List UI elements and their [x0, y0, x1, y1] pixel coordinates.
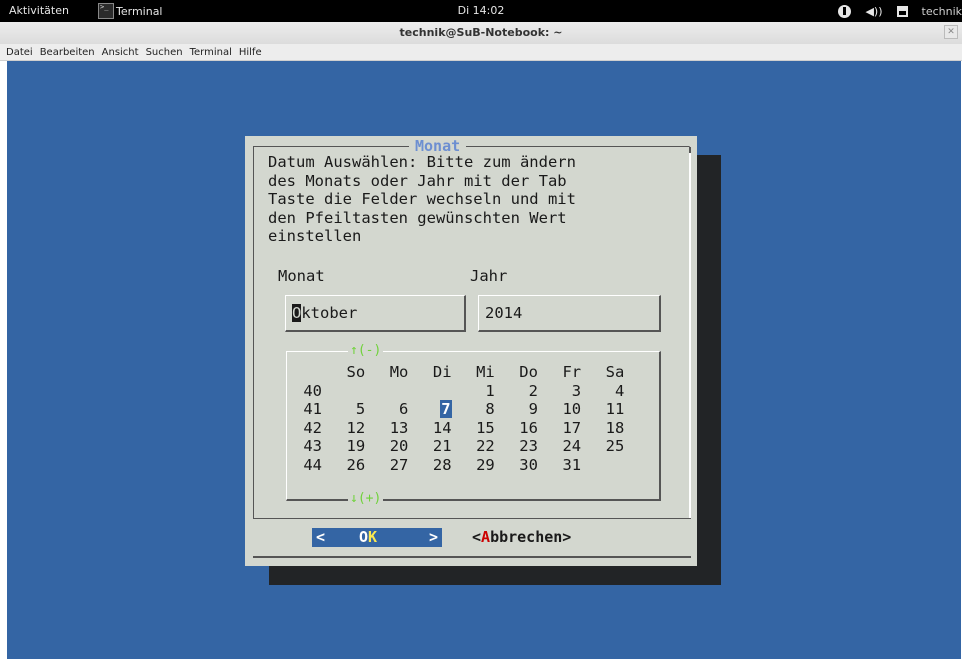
day-cell[interactable]: 22 — [456, 437, 499, 456]
weekday-label: Do — [519, 363, 538, 381]
day-cell[interactable]: 17 — [542, 419, 585, 438]
day-cell[interactable]: 21 — [412, 437, 455, 456]
weekday-label: So — [346, 363, 366, 381]
calendar-week-row: 44 26 27 28 29 30 31 — [300, 456, 628, 475]
ok-right-bracket: > — [428, 528, 438, 546]
scroll-down-indicator: ↓(+) — [348, 491, 384, 506]
user-menu[interactable]: technik — [922, 5, 962, 18]
day-cell[interactable]: 6 — [369, 400, 412, 419]
clock[interactable]: Di 14:02 — [0, 4, 962, 17]
day-cell[interactable] — [585, 456, 628, 475]
day-cell[interactable]: 18 — [585, 419, 628, 438]
year-value: 2014 — [485, 304, 523, 322]
day-cell[interactable]: 23 — [499, 437, 542, 456]
close-icon[interactable]: ✕ — [944, 25, 958, 39]
year-label: Jahr — [470, 267, 508, 285]
calendar-week-row: 40 1 2 3 4 — [300, 382, 628, 401]
day-cell[interactable]: 10 — [542, 400, 585, 419]
menu-datei[interactable]: Datei — [6, 47, 33, 58]
ok-button[interactable]: < OK > — [312, 528, 442, 547]
text-cursor: O — [292, 304, 302, 322]
day-cell[interactable]: 3 — [542, 382, 585, 401]
day-cell[interactable]: 19 — [326, 437, 369, 456]
weekday-label: Fr — [562, 363, 582, 381]
calendar-week-row: 41 5 6 7 8 9 10 11 — [300, 400, 628, 419]
weekday-label: Mi — [476, 363, 495, 381]
calendar-week-row: 42 12 13 14 15 16 17 18 — [300, 419, 628, 438]
day-cell[interactable]: 27 — [369, 456, 412, 475]
day-cell[interactable]: 12 — [326, 419, 369, 438]
menu-bar: Datei Bearbeiten Ansicht Suchen Terminal… — [0, 44, 962, 61]
menu-bearbeiten[interactable]: Bearbeiten — [40, 47, 95, 58]
network-icon[interactable] — [896, 5, 908, 17]
accessibility-icon[interactable] — [838, 4, 852, 18]
day-cell[interactable]: 24 — [542, 437, 585, 456]
month-value: ktober — [301, 304, 358, 322]
day-cell[interactable]: 2 — [499, 382, 542, 401]
cancel-left-bracket: < — [472, 528, 482, 546]
day-cell[interactable]: 25 — [585, 437, 628, 456]
day-cell[interactable]: 28 — [412, 456, 455, 475]
day-cell[interactable]: 5 — [326, 400, 369, 419]
menu-hilfe[interactable]: Hilfe — [239, 47, 262, 58]
week-number: 40 — [303, 381, 322, 400]
system-tray: ◀)) technik — [824, 0, 962, 22]
day-cell[interactable]: 16 — [499, 419, 542, 438]
selected-day: 7 — [440, 400, 452, 418]
week-number: 44 — [303, 455, 322, 474]
day-cell[interactable]: 29 — [456, 456, 499, 475]
day-cell[interactable] — [326, 382, 369, 401]
week-number: 41 — [303, 400, 322, 418]
calendar-dialog: Monat Datum Auswählen: Bitte zum ändern … — [245, 136, 697, 566]
day-cell[interactable]: 14 — [412, 419, 455, 438]
ok-left-bracket: < — [316, 528, 326, 546]
year-field[interactable]: 2014 — [478, 295, 661, 332]
volume-icon[interactable]: ◀)) — [865, 5, 882, 18]
day-cell[interactable] — [369, 382, 412, 401]
dialog-bottom-border — [253, 556, 691, 558]
scroll-up-indicator: ↑(-) — [348, 343, 384, 358]
day-cell[interactable]: 20 — [369, 437, 412, 456]
ok-hotkey: O — [359, 528, 369, 546]
week-number: 43 — [303, 437, 322, 455]
cancel-button[interactable]: <Abbrechen> — [472, 528, 571, 547]
day-cell[interactable]: 8 — [456, 400, 499, 419]
day-cell[interactable]: 31 — [542, 456, 585, 475]
week-number: 42 — [303, 418, 322, 437]
cancel-hotkey: A — [481, 528, 491, 546]
day-cell[interactable]: 9 — [499, 400, 542, 419]
day-cell[interactable] — [412, 382, 455, 401]
day-cell[interactable]: 30 — [499, 456, 542, 475]
top-bar: Aktivitäten Terminal Di 14:02 ◀)) techni… — [0, 0, 962, 22]
day-cell[interactable]: 15 — [456, 419, 499, 438]
calendar-grid: So Mo Di Mi Do Fr Sa 40 1 2 3 4 41 5 6 7… — [300, 363, 628, 474]
day-cell[interactable]: 4 — [585, 382, 628, 401]
day-cell[interactable]: 11 — [585, 400, 628, 419]
dialog-prompt: Datum Auswählen: Bitte zum ändern des Mo… — [268, 153, 576, 245]
menu-ansicht[interactable]: Ansicht — [102, 47, 139, 58]
cancel-label-rest: bbrechen> — [490, 528, 572, 546]
menu-terminal[interactable]: Terminal — [190, 47, 232, 58]
day-cell[interactable]: 1 — [456, 382, 499, 401]
month-label: Monat — [278, 267, 325, 285]
weekday-label: Sa — [605, 363, 625, 381]
calendar-week-row: 43 19 20 21 22 23 24 25 — [300, 437, 628, 456]
month-field[interactable]: Oktober — [285, 295, 466, 332]
weekday-label: Mo — [389, 363, 409, 381]
menu-suchen[interactable]: Suchen — [146, 47, 183, 58]
day-cell[interactable]: 26 — [326, 456, 369, 475]
ok-label-rest: K — [368, 528, 378, 546]
window-titlebar[interactable]: technik@SuB-Notebook: ~ ✕ — [0, 22, 962, 44]
day-cell[interactable]: 13 — [369, 419, 412, 438]
window-title: technik@SuB-Notebook: ~ — [399, 26, 563, 39]
ok-label: OK — [359, 528, 377, 547]
weekday-header: So Mo Di Mi Do Fr Sa — [300, 363, 628, 382]
weekday-label: Di — [432, 363, 452, 381]
selected-day-cell[interactable]: 7 — [412, 400, 455, 419]
